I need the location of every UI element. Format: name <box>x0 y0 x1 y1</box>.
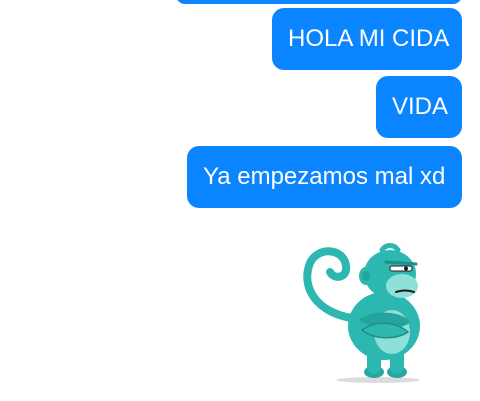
chat-thread: HOLA MI CIDA VIDA Ya empezamos mal xd <box>0 0 480 401</box>
previous-message-bubble[interactable] <box>176 0 462 4</box>
message-text: HOLA MI CIDA <box>288 25 450 52</box>
message-bubble[interactable]: VIDA <box>376 76 462 138</box>
message-bubble[interactable]: Ya empezamos mal xd <box>187 146 462 208</box>
message-bubble[interactable]: HOLA MI CIDA <box>272 8 462 70</box>
monkey-sticker-icon[interactable] <box>296 238 446 388</box>
message-text: Ya empezamos mal xd <box>203 163 446 190</box>
message-text: VIDA <box>392 93 449 120</box>
